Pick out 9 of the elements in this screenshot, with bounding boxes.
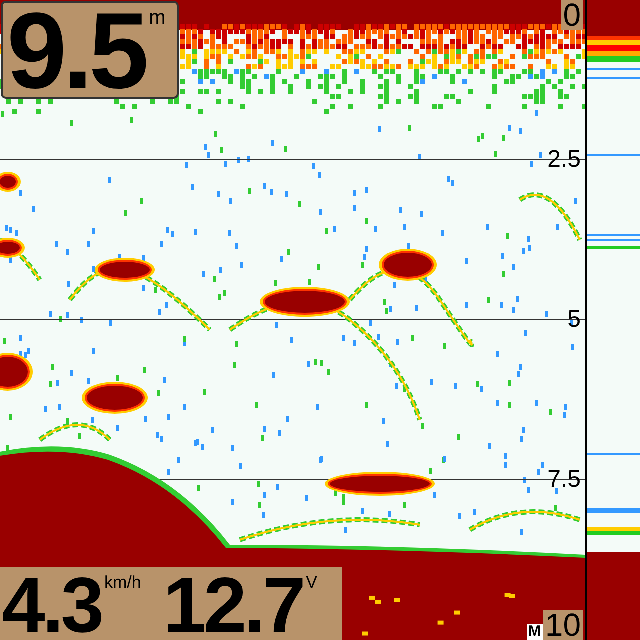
speed-unit: km/h xyxy=(104,573,142,593)
voltage-unit: V xyxy=(306,573,318,593)
depth-unit: m xyxy=(149,7,166,30)
speed-value: 4.3 xyxy=(2,567,102,640)
depth-scale-label: 10 xyxy=(543,610,583,640)
depth-value: 9.5 xyxy=(7,3,146,99)
voltage-value: 12.7 xyxy=(163,567,304,640)
range-mode-badge: M xyxy=(526,624,543,640)
depth-scale-label: 0 xyxy=(561,0,583,30)
